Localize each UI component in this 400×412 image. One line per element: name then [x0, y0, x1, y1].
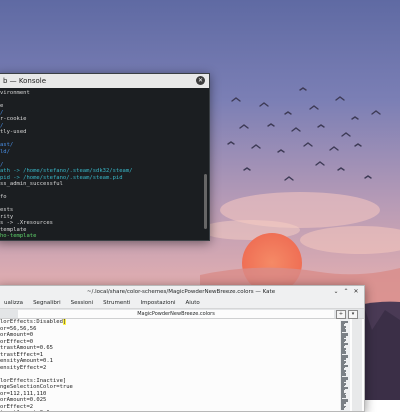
- konsole-window[interactable]: b — Konsole ✕ vironment e / r-cookie / tly-us…: [0, 73, 210, 241]
- editor-line-text: lorEffects:Disabled: [0, 319, 63, 325]
- menu-item[interactable]: Segnalibri: [33, 300, 61, 306]
- kate-menubar: ualizza Segnalibri Sessioni Strumenti Impost…: [0, 298, 364, 309]
- menu-item[interactable]: Impostazioni: [140, 300, 175, 306]
- editor-minimap[interactable]: [340, 319, 350, 411]
- konsole-close-button[interactable]: ✕: [196, 76, 205, 85]
- tab-magicpowder[interactable]: MagicPowderNewBreeze.colors: [18, 310, 334, 318]
- konsole-title: b — Konsole: [3, 77, 47, 85]
- menu-item[interactable]: ualizza: [4, 300, 23, 306]
- tab-label: MagicPowderNewBreeze.colors: [137, 311, 215, 317]
- menu-item[interactable]: Sessioni: [71, 300, 94, 306]
- konsole-titlebar[interactable]: b — Konsole ✕: [0, 74, 209, 88]
- kate-titlebar[interactable]: ~/.local/share/color-schemes/MagicPowder…: [0, 286, 364, 298]
- terminal-output[interactable]: vironment e / r-cookie / tly-used ast/ld// ath …: [0, 88, 201, 240]
- maximize-button[interactable]: ⌃: [342, 288, 350, 296]
- editor-text-area[interactable]: lorEffects:Disabled] or=56,56,56 orAmount=…: [0, 319, 338, 411]
- menu-item[interactable]: Strumenti: [103, 300, 130, 306]
- kate-title: ~/.local/share/color-schemes/MagicPowder…: [86, 289, 276, 295]
- tab-list-button[interactable]: ▾: [348, 310, 358, 319]
- kate-window[interactable]: ~/.local/share/color-schemes/MagicPowder…: [0, 285, 365, 412]
- new-tab-button[interactable]: +: [336, 310, 346, 319]
- minimap-line: [341, 408, 344, 410]
- kate-close-button[interactable]: ✕: [352, 288, 360, 296]
- editor-line: trastAmount=0.1: [0, 410, 338, 411]
- terminal-scrollbar[interactable]: [204, 174, 207, 229]
- kate-tabbar: MagicPowderNewBreeze.colors + ▾: [0, 309, 364, 319]
- editor-scrollbar[interactable]: [352, 319, 362, 411]
- bracket-highlight: ]: [62, 319, 67, 325]
- menu-item[interactable]: Aiuto: [185, 300, 199, 306]
- terminal-line: ences: [0, 240, 198, 241]
- minimize-button[interactable]: ⌄: [332, 288, 340, 296]
